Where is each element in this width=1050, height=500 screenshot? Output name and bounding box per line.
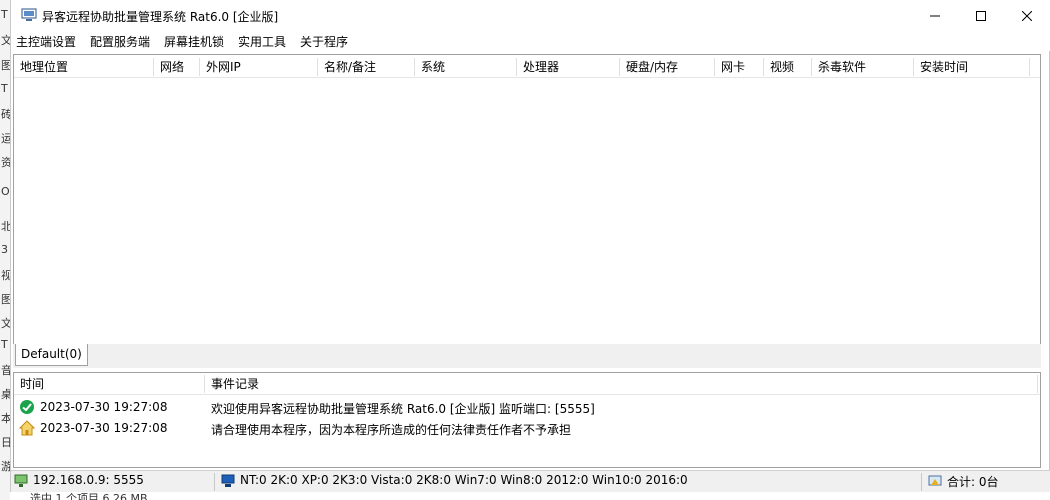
menu-about[interactable]: 关于程序	[300, 33, 348, 50]
menu-bar: 主控端设置 配置服务端 屏幕挂机锁 实用工具 关于程序	[11, 31, 1050, 51]
app-monitor-icon	[21, 8, 37, 22]
maximize-icon	[976, 10, 986, 21]
status-divider	[214, 473, 215, 491]
client-list[interactable]: 地理位置 网络 外网IP 名称/备注 系统 处理器 硬盘/内存 网卡 视频 杀毒…	[13, 54, 1041, 346]
client-list-header: 地理位置 网络 外网IP 名称/备注 系统 处理器 硬盘/内存 网卡 视频 杀毒…	[14, 56, 1040, 78]
background-char: T	[1, 8, 8, 21]
background-char: 3	[1, 243, 8, 256]
minimize-icon	[930, 15, 940, 16]
close-button[interactable]	[1004, 0, 1050, 31]
column-header-disk-memory[interactable]: 硬盘/内存	[620, 56, 678, 78]
os-counts: NT:0 2K:0 XP:0 2K3:0 Vista:0 2K8:0 Win7:…	[240, 473, 688, 487]
background-desktop-strip: T文图T砖运资On北3视图文T音桌本日游	[0, 0, 10, 500]
column-header-wan-ip[interactable]: 外网IP	[200, 56, 241, 78]
total-icon	[928, 474, 942, 491]
column-separator[interactable]	[1029, 58, 1030, 76]
background-char: 图	[1, 293, 10, 306]
menu-configure-server[interactable]: 配置服务端	[90, 33, 150, 50]
background-char: 运	[1, 132, 10, 145]
background-char: 文	[1, 34, 10, 47]
log-row[interactable]: 2023-07-30 19:27:08 欢迎使用异客远程协助批量管理系统 Rat…	[14, 397, 1040, 417]
background-char: 音	[1, 364, 10, 377]
listen-address: 192.168.0.9: 5555	[33, 473, 144, 487]
column-header-cpu[interactable]: 处理器	[517, 56, 559, 78]
column-header-system[interactable]: 系统	[415, 56, 445, 78]
log-time: 2023-07-30 19:27:08	[40, 400, 168, 414]
event-log-header: 时间 事件记录	[14, 373, 1040, 395]
total-count: 合计: 0台	[947, 475, 999, 489]
column-separator[interactable]	[1037, 375, 1038, 393]
menu-screen-lock[interactable]: 屏幕挂机锁	[164, 33, 224, 50]
column-header-name-remark[interactable]: 名称/备注	[318, 56, 376, 78]
menu-tools[interactable]: 实用工具	[238, 33, 286, 50]
background-char: On	[1, 185, 10, 198]
window-title: 异客远程协助批量管理系统 Rat6.0 [企业版]	[42, 10, 279, 24]
background-char: 资	[1, 156, 10, 169]
maximize-button[interactable]	[958, 0, 1004, 31]
tab-default[interactable]: Default(0)	[15, 344, 88, 366]
log-time: 2023-07-30 19:27:08	[40, 421, 168, 435]
home-icon	[18, 420, 36, 436]
menu-main-settings[interactable]: 主控端设置	[16, 33, 76, 50]
close-icon	[1022, 10, 1032, 21]
column-header-time[interactable]: 时间	[14, 373, 44, 395]
column-header-antivirus[interactable]: 杀毒软件	[812, 56, 866, 78]
monitor-icon	[221, 474, 235, 491]
background-char: 日	[1, 436, 10, 449]
title-bar[interactable]: 异客远程协助批量管理系统 Rat6.0 [企业版]	[11, 0, 1050, 31]
column-header-network[interactable]: 网络	[154, 56, 184, 78]
group-tab-strip: Default(0)	[13, 344, 1041, 368]
check-icon	[19, 399, 35, 415]
background-char: T	[1, 82, 8, 95]
background-char: 图	[1, 59, 10, 72]
event-log-list[interactable]: 时间 事件记录 2023-07-30 19:27:08 欢迎使用异客远程协助批量…	[13, 372, 1041, 468]
background-char: 北	[1, 220, 10, 233]
main-window: 异客远程协助批量管理系统 Rat6.0 [企业版] 主控端设置 配置服务端 屏幕…	[10, 0, 1050, 492]
column-header-nic[interactable]: 网卡	[715, 56, 745, 78]
background-char: 游	[1, 460, 10, 473]
background-char: 砖	[1, 108, 10, 121]
status-divider	[921, 473, 922, 491]
minimize-button[interactable]	[912, 0, 958, 31]
background-char: T	[1, 338, 8, 351]
column-header-location[interactable]: 地理位置	[14, 56, 68, 78]
background-char: 文	[1, 317, 10, 330]
log-event: 请合理使用本程序，因为本程序所造成的任何法律责任作者不予承担	[211, 423, 572, 437]
column-header-video[interactable]: 视频	[764, 56, 794, 78]
background-char: 视	[1, 269, 10, 282]
column-header-event[interactable]: 事件记录	[205, 373, 259, 395]
background-char: 本	[1, 412, 10, 425]
background-char: 桌	[1, 388, 10, 401]
log-row[interactable]: 2023-07-30 19:27:08 请合理使用本程序，因为本程序所造成的任何…	[14, 418, 1040, 438]
status-bar: 192.168.0.9: 5555 NT:0 2K:0 XP:0 2K3:0 V…	[11, 470, 1050, 492]
log-event: 欢迎使用异客远程协助批量管理系统 Rat6.0 [企业版] 监听端口: [555…	[211, 402, 595, 416]
network-icon	[14, 474, 28, 491]
column-header-install-time[interactable]: 安装时间	[914, 56, 968, 78]
